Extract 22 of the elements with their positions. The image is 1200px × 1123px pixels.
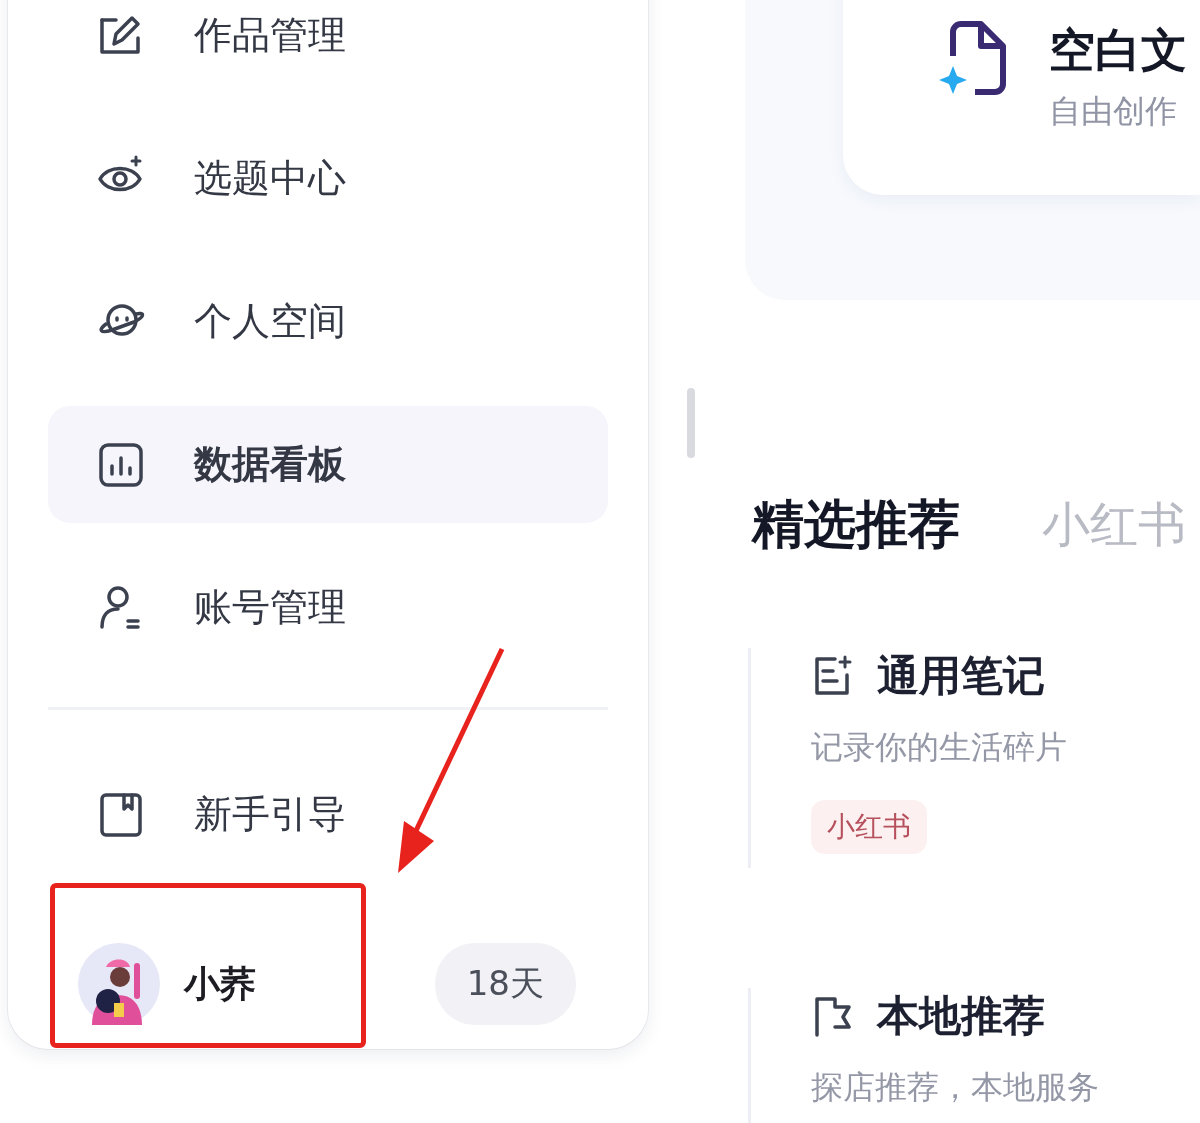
sidebar-item[interactable]: 数据看板 (48, 406, 608, 523)
avatar-icon (78, 943, 160, 1026)
template-title: 本地推荐 (877, 990, 1045, 1042)
sidebar-item[interactable]: 个人空间 (48, 263, 608, 380)
card-title: 空白文 (1049, 22, 1187, 79)
sidebar-item[interactable]: 选题中心 (48, 120, 608, 237)
template-description: 探店推荐，本地服务 (811, 1067, 1100, 1108)
template-item[interactable]: 本地推荐 探店推荐，本地服务 (748, 988, 1200, 1123)
card-subtitle: 自由创作 (1049, 91, 1178, 132)
sidebar-item[interactable]: 作品管理 (48, 0, 608, 94)
category-tab[interactable]: 精选推荐 (752, 490, 960, 560)
resize-handle[interactable] (687, 388, 695, 458)
blank-document-card[interactable]: 空白文 自由创作 (843, 0, 1200, 195)
user-profile[interactable]: 小荞 18天 (48, 919, 608, 1049)
user-name: 小荞 (184, 961, 257, 1006)
template-item[interactable]: 通用笔记 记录你的生活碎片 小红书 (748, 648, 1200, 868)
days-badge: 18天 (434, 943, 576, 1026)
template-title: 通用笔记 (877, 650, 1045, 702)
template-description: 记录你的生活碎片 (811, 727, 1068, 768)
sidebar-item[interactable]: 账号管理 (48, 549, 608, 666)
sidebar-item[interactable]: 新手引导 (48, 756, 608, 873)
platform-tag: 小红书 (811, 800, 927, 854)
